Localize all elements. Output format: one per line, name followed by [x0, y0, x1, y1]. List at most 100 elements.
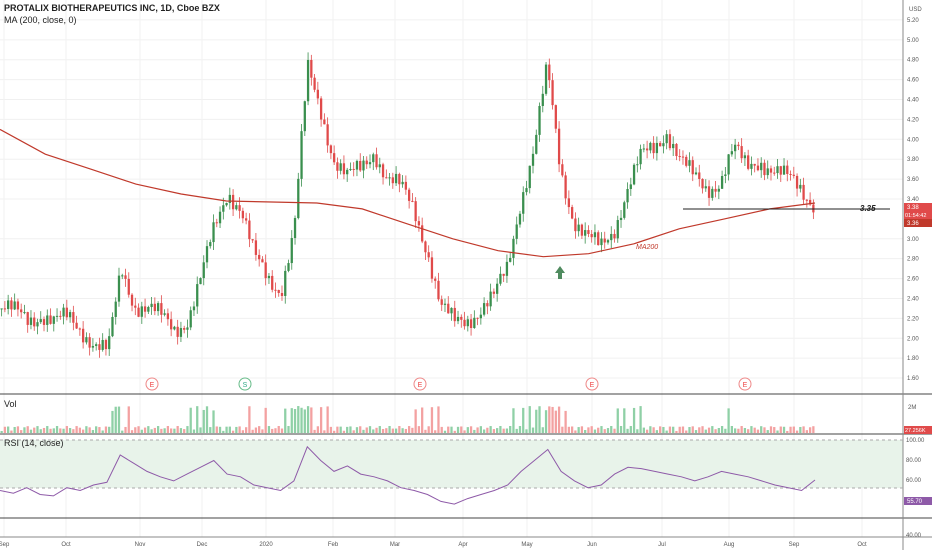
price-tick: 3.40 — [907, 197, 919, 203]
volume-bar — [655, 430, 659, 433]
volume-bar — [756, 429, 760, 433]
volume-bar — [134, 427, 137, 433]
volume-bar — [29, 429, 33, 433]
volume-bar — [163, 428, 166, 433]
rsi-label[interactable]: RSI (14, close) — [4, 438, 64, 448]
volume-bar — [577, 427, 580, 433]
volume-bar — [606, 428, 610, 433]
volume-bar — [688, 427, 691, 433]
volume-bar — [62, 428, 65, 433]
volume-bar — [59, 428, 62, 433]
volume-bar — [310, 407, 313, 433]
volume-bar — [170, 428, 173, 433]
volume-bar — [789, 426, 792, 433]
volume-bar — [773, 427, 776, 433]
volume-bar — [319, 407, 323, 433]
split-marker[interactable]: S — [238, 377, 252, 391]
volume-bar — [104, 426, 108, 433]
volume-bar — [323, 430, 326, 433]
volume-bar — [68, 428, 72, 433]
volume-bar — [215, 426, 218, 433]
volume-bar — [20, 430, 23, 433]
volume-bar — [326, 406, 329, 433]
volume-bar — [805, 430, 808, 433]
candle — [297, 172, 300, 220]
countdown-tag: 01:54:42 — [905, 213, 926, 219]
price-tick: 4.20 — [907, 117, 919, 123]
volume-bar — [355, 427, 359, 433]
volume-bar — [717, 427, 720, 433]
volume-bar — [642, 427, 645, 433]
volume-label[interactable]: Vol — [4, 399, 17, 409]
volume-bar — [616, 408, 619, 433]
volume-bar — [212, 410, 215, 433]
volume-bar — [502, 428, 505, 433]
price-tick: 4.40 — [907, 98, 919, 104]
time-tick: Jun — [587, 542, 597, 548]
svg-text:E: E — [590, 382, 595, 389]
volume-bar — [16, 426, 20, 433]
volume-bar — [150, 429, 153, 433]
volume-bar — [342, 430, 346, 433]
volume-bar — [512, 408, 515, 433]
time-tick: Oct — [61, 542, 71, 548]
earnings-marker[interactable]: E — [145, 377, 159, 391]
price-tick: 1.60 — [907, 376, 919, 382]
volume-bar — [535, 409, 538, 433]
volume-bar — [486, 427, 489, 433]
volume-bar — [580, 426, 584, 433]
volume-bar — [303, 409, 306, 433]
volume-bar — [381, 428, 385, 433]
volume-bar — [567, 426, 571, 433]
earnings-marker[interactable]: E — [585, 377, 599, 391]
volume-bar — [443, 430, 447, 433]
volume-bar — [649, 426, 652, 433]
volume-bar — [39, 429, 42, 433]
volume-bar — [597, 427, 600, 433]
volume-bar — [306, 406, 310, 433]
earnings-marker[interactable]: E — [413, 377, 427, 391]
volume-bar — [225, 426, 228, 433]
volume-bar — [711, 426, 714, 433]
volume-bar — [499, 426, 502, 433]
volume-bar — [753, 427, 756, 433]
volume-bar — [156, 426, 160, 433]
volume-bar — [192, 429, 196, 433]
volume-bar — [525, 429, 528, 433]
volume-bar — [202, 409, 205, 433]
volume-bar — [108, 426, 111, 433]
volume-bar — [378, 426, 381, 433]
volume-bar — [235, 426, 238, 433]
volume-bar — [551, 406, 554, 433]
volume-bar — [740, 426, 743, 433]
volume-bar — [434, 430, 437, 433]
volume-bar — [629, 426, 632, 433]
volume-bar — [460, 426, 463, 433]
volume-bar — [368, 426, 372, 433]
volume-bar — [33, 427, 36, 433]
candle — [597, 230, 600, 246]
svg-text:E: E — [150, 382, 155, 389]
volume-bar — [349, 426, 352, 433]
candle — [300, 124, 303, 187]
volume-bar — [763, 427, 766, 433]
volume-bar — [267, 426, 271, 433]
volume-bar — [619, 426, 623, 433]
volume-bar — [681, 426, 685, 433]
volume-bar — [297, 406, 300, 433]
earnings-marker[interactable]: E — [738, 377, 752, 391]
volume-bar — [95, 426, 98, 433]
volume-bar — [489, 426, 492, 433]
volume-bar — [388, 426, 391, 433]
volume-bar — [173, 428, 176, 433]
symbol-title[interactable]: PROTALIX BIOTHERAPEUTICS INC, 1D, Cboe B… — [4, 3, 220, 13]
volume-bar — [372, 429, 375, 433]
volume-bar — [678, 426, 681, 433]
ma-indicator-label[interactable]: MA (200, close, 0) — [4, 15, 77, 25]
volume-bar — [362, 429, 365, 433]
volume-bar — [456, 426, 460, 433]
volume-bar — [799, 426, 802, 433]
volume-bar — [769, 426, 773, 433]
time-tick: Mar — [390, 542, 400, 548]
volume-bar — [10, 430, 13, 433]
